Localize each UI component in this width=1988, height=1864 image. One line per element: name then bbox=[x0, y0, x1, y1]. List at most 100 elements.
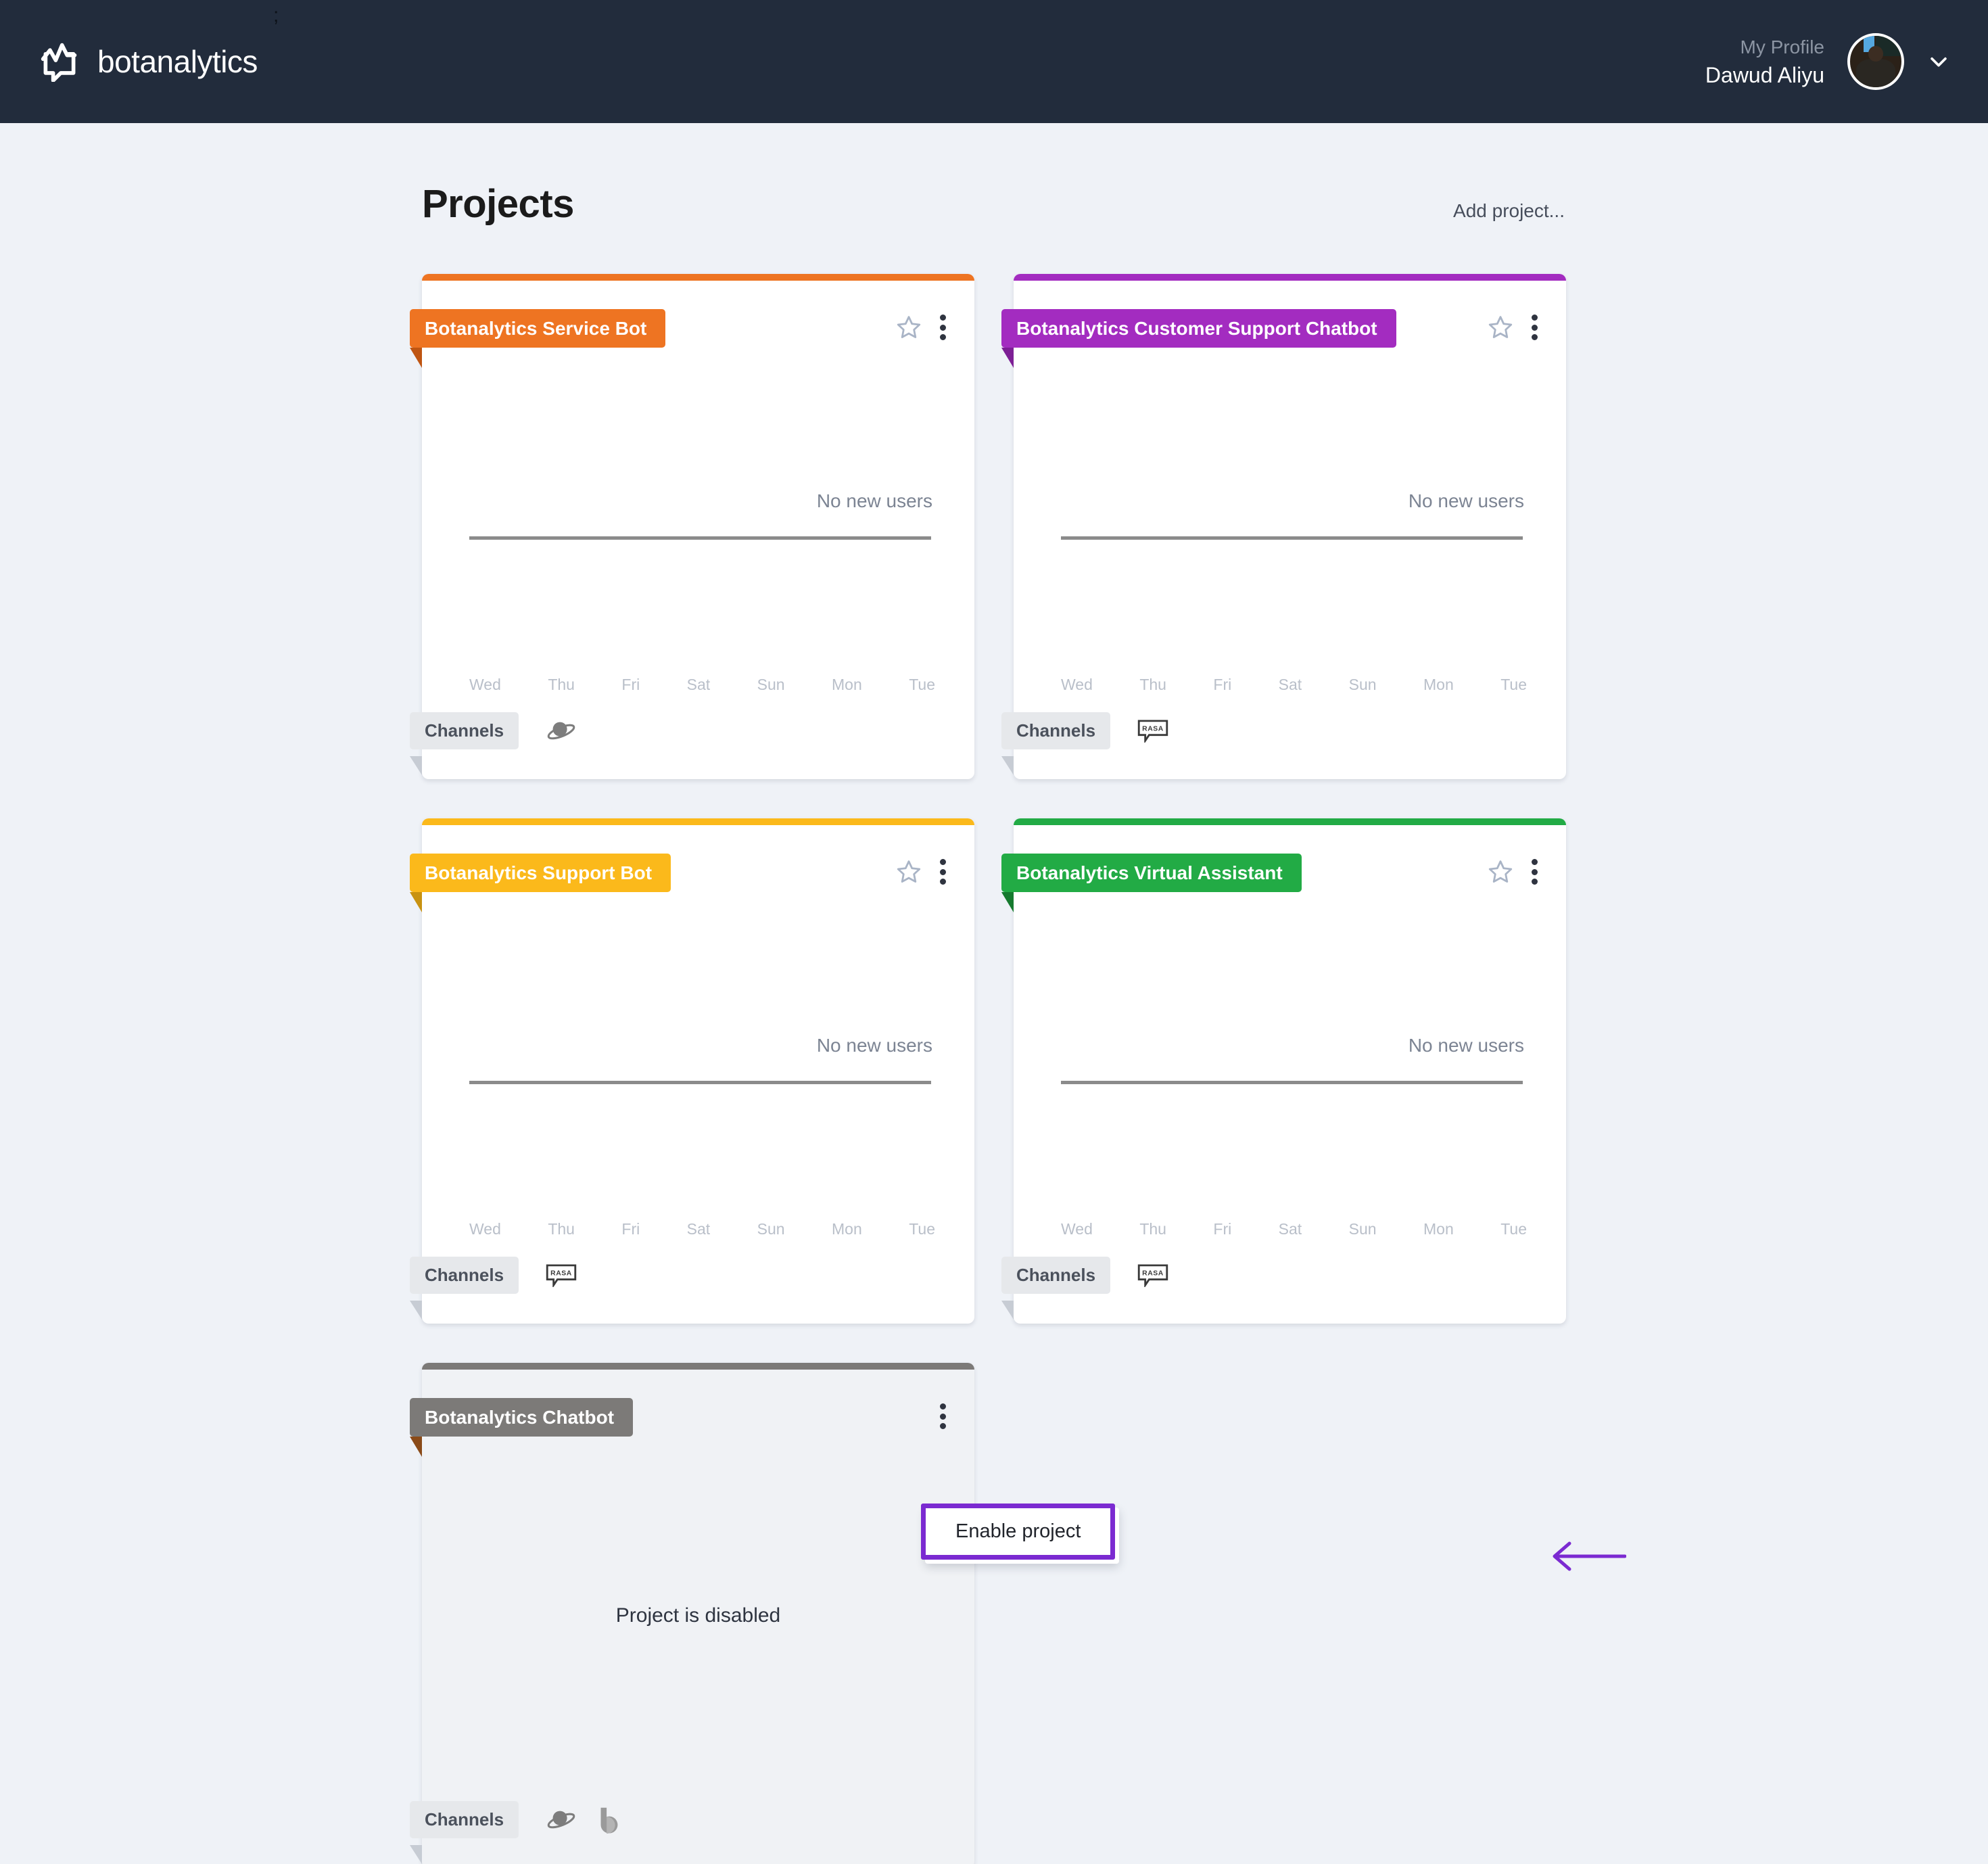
channels-label: Channels bbox=[1001, 712, 1111, 749]
axis-tick: Tue bbox=[909, 1220, 935, 1238]
page-body: Projects Add project... Botanalytics Ser… bbox=[0, 123, 1988, 1864]
project-title: Botanalytics Support Bot bbox=[425, 862, 653, 883]
chart-annotation: No new users bbox=[816, 490, 932, 511]
ribbon-fold bbox=[1001, 892, 1014, 912]
axis-tick: Sat bbox=[1278, 1220, 1302, 1238]
avatar[interactable] bbox=[1847, 33, 1904, 90]
project-title-ribbon: Botanalytics Customer Support Chatbot bbox=[1001, 309, 1396, 348]
channels-fold bbox=[1001, 756, 1014, 775]
chart-zero-line bbox=[469, 536, 931, 540]
kebab-menu-icon[interactable] bbox=[1523, 856, 1546, 887]
card-accent-bar bbox=[422, 1363, 974, 1370]
dialogflow-icon[interactable] bbox=[546, 1804, 577, 1836]
axis-tick: Sun bbox=[757, 676, 785, 693]
page-header: Projects Add project... bbox=[422, 181, 1566, 227]
channels-footer: Channels RASA bbox=[410, 1257, 577, 1294]
project-card-disabled[interactable]: Botanalytics Chatbot Project is disabled… bbox=[410, 1363, 974, 1864]
card-actions bbox=[1486, 312, 1546, 343]
chart-annotation: No new users bbox=[1408, 1035, 1524, 1056]
svg-text:RASA: RASA bbox=[550, 1269, 572, 1277]
chart-zero-line bbox=[469, 1081, 931, 1084]
project-card-wrapper: Botanalytics Customer Support Chatbot No… bbox=[1001, 274, 1566, 779]
channel-icon-list bbox=[546, 716, 577, 747]
card-actions bbox=[1486, 856, 1546, 887]
axis-tick: Fri bbox=[1213, 676, 1232, 693]
botanalytics-b-icon[interactable] bbox=[593, 1804, 624, 1836]
add-project-button[interactable]: Add project... bbox=[1453, 200, 1565, 222]
project-card[interactable]: Botanalytics Virtual Assistant No new us… bbox=[1001, 818, 1566, 1324]
card-actions bbox=[895, 312, 954, 343]
axis-tick: Sun bbox=[1348, 676, 1377, 693]
new-users-chart: No new users Wed Thu Fri Sat Sun Mon Tue bbox=[1061, 389, 1527, 698]
axis-tick: Tue bbox=[1500, 676, 1527, 693]
channels-fold bbox=[410, 1845, 422, 1864]
channel-icon-list: RASA bbox=[1137, 719, 1168, 744]
profile-menu[interactable]: My Profile Dawud Aliyu bbox=[1705, 0, 1950, 123]
star-outline-icon[interactable] bbox=[895, 313, 923, 342]
chart-zero-line bbox=[1061, 1081, 1523, 1084]
card-accent-bar bbox=[1014, 818, 1566, 825]
page-title: Projects bbox=[422, 182, 574, 226]
project-card[interactable]: Botanalytics Customer Support Chatbot No… bbox=[1001, 274, 1566, 779]
svg-text:RASA: RASA bbox=[1142, 1269, 1164, 1277]
axis-tick: Mon bbox=[832, 676, 862, 693]
project-title-ribbon: Botanalytics Chatbot bbox=[410, 1398, 634, 1437]
ribbon-fold bbox=[410, 348, 422, 368]
project-title-ribbon: Botanalytics Virtual Assistant bbox=[1001, 854, 1302, 892]
rasa-icon[interactable]: RASA bbox=[546, 1263, 577, 1288]
chevron-down-icon[interactable] bbox=[1927, 50, 1950, 73]
project-card-wrapper: Botanalytics Chatbot Project is disabled… bbox=[410, 1363, 974, 1864]
kebab-menu-icon[interactable] bbox=[931, 1401, 954, 1432]
rasa-icon[interactable]: RASA bbox=[1137, 1263, 1168, 1288]
new-users-chart: No new users Wed Thu Fri Sat Sun Mon Tue bbox=[1061, 933, 1527, 1242]
kebab-menu-icon[interactable] bbox=[1523, 312, 1546, 343]
axis-tick: Wed bbox=[469, 676, 501, 693]
ribbon-fold bbox=[410, 892, 422, 912]
profile-name: Dawud Aliyu bbox=[1705, 62, 1824, 87]
enable-project-menu-item[interactable]: Enable project bbox=[921, 1504, 1116, 1560]
star-outline-icon[interactable] bbox=[1486, 313, 1515, 342]
kebab-menu-icon[interactable] bbox=[931, 312, 954, 343]
axis-tick: Sun bbox=[1348, 1220, 1377, 1238]
chart-x-axis: Wed Thu Fri Sat Sun Mon Tue bbox=[469, 676, 935, 694]
card-accent-bar bbox=[422, 818, 974, 825]
projects-grid: Botanalytics Service Bot No new users We… bbox=[410, 274, 1566, 1864]
star-outline-icon[interactable] bbox=[895, 858, 923, 886]
project-card-wrapper: Botanalytics Support Bot No new users We… bbox=[410, 818, 974, 1324]
channels-fold bbox=[410, 1301, 422, 1320]
brand[interactable]: botanalytics bbox=[39, 41, 258, 83]
project-title-ribbon: Botanalytics Service Bot bbox=[410, 309, 666, 348]
channels-label: Channels bbox=[410, 712, 519, 749]
axis-tick: Fri bbox=[1213, 1220, 1232, 1238]
project-card[interactable]: Botanalytics Support Bot No new users We… bbox=[410, 818, 974, 1324]
profile-label: My Profile bbox=[1740, 36, 1824, 57]
card-actions bbox=[895, 856, 954, 887]
project-title: Botanalytics Service Bot bbox=[425, 317, 647, 339]
channel-icon-list: RASA bbox=[546, 1263, 577, 1288]
kebab-menu-icon[interactable] bbox=[931, 856, 954, 887]
channels-footer: Channels RASA bbox=[1001, 712, 1168, 749]
new-users-chart: No new users Wed Thu Fri Sat Sun Mon Tue bbox=[469, 389, 935, 698]
project-card[interactable]: Botanalytics Service Bot No new users We… bbox=[410, 274, 974, 779]
card-accent-bar bbox=[1014, 274, 1566, 281]
project-context-menu: Enable project bbox=[921, 1504, 1120, 1564]
axis-tick: Mon bbox=[832, 1220, 862, 1238]
rasa-icon[interactable]: RASA bbox=[1137, 719, 1168, 744]
axis-tick: Sun bbox=[757, 1220, 785, 1238]
axis-tick: Thu bbox=[1139, 1220, 1166, 1238]
axis-tick: Sat bbox=[686, 676, 711, 693]
axis-tick: Thu bbox=[548, 1220, 575, 1238]
channels-label: Channels bbox=[410, 1801, 519, 1838]
channels-footer: Channels bbox=[410, 1801, 624, 1838]
project-title-ribbon: Botanalytics Support Bot bbox=[410, 854, 671, 892]
new-users-chart: No new users Wed Thu Fri Sat Sun Mon Tue bbox=[469, 933, 935, 1242]
channel-icon-list bbox=[546, 1804, 624, 1836]
star-outline-icon[interactable] bbox=[1486, 858, 1515, 886]
ribbon-fold bbox=[410, 1437, 422, 1457]
axis-tick: Fri bbox=[621, 676, 640, 693]
dialogflow-icon[interactable] bbox=[546, 716, 577, 747]
axis-tick: Tue bbox=[1500, 1220, 1527, 1238]
axis-tick: Thu bbox=[548, 676, 575, 693]
svg-text:RASA: RASA bbox=[1142, 725, 1164, 732]
project-card-wrapper: Botanalytics Service Bot No new users We… bbox=[410, 274, 974, 779]
